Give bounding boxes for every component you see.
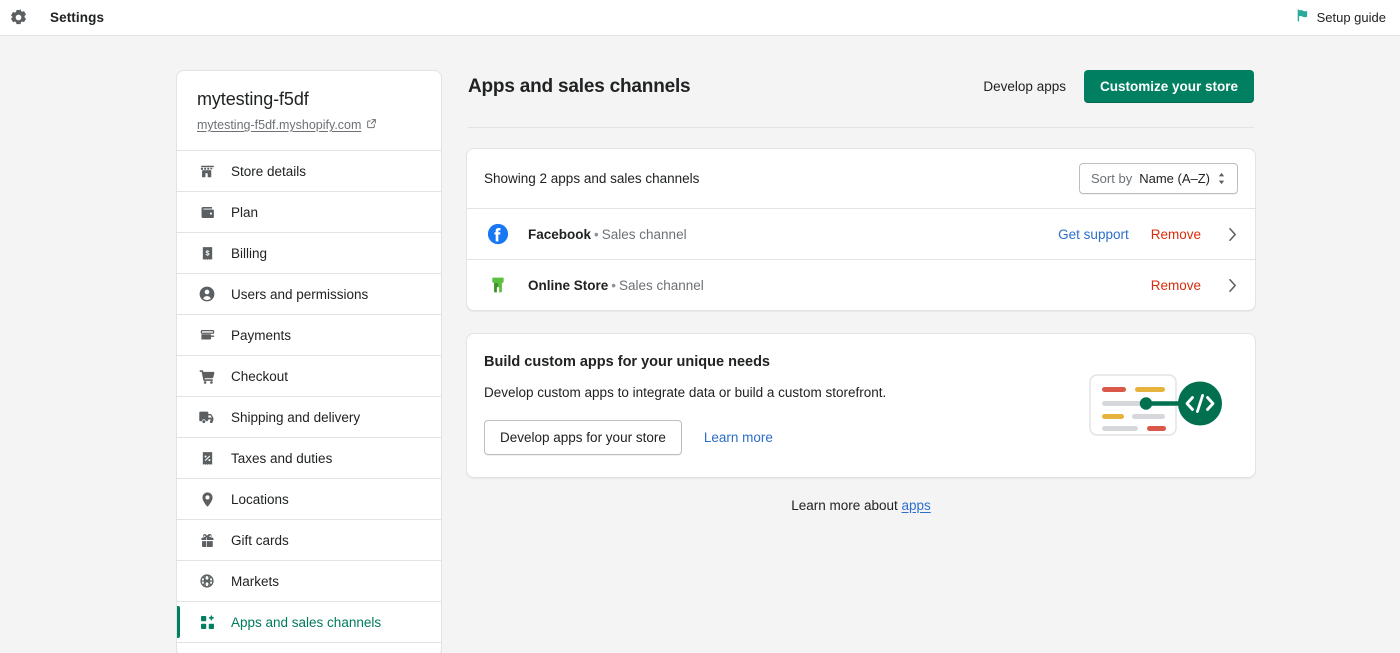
- page-title-topbar: Settings: [50, 10, 104, 25]
- table-row[interactable]: Facebook•Sales channel Get support Remov…: [467, 208, 1255, 259]
- tax-percent-icon: [197, 450, 217, 467]
- delivery-truck-icon: [197, 408, 217, 426]
- sidebar-item-checkout[interactable]: Checkout: [177, 355, 441, 396]
- footer-prefix: Learn more about: [791, 498, 901, 513]
- sidebar-item-label: Gift cards: [231, 533, 289, 548]
- sidebar-item-locations[interactable]: Locations: [177, 478, 441, 519]
- apps-link[interactable]: apps: [902, 498, 931, 513]
- setup-guide-label: Setup guide: [1317, 10, 1386, 25]
- sidebar-item-taxes-and-duties[interactable]: Taxes and duties: [177, 437, 441, 478]
- row-actions: Remove: [1151, 278, 1241, 293]
- sidebar-item-next-partial[interactable]: [177, 642, 441, 653]
- sidebar-item-label: Payments: [231, 328, 291, 343]
- facebook-icon: [484, 220, 512, 248]
- build-custom-apps-card: Build custom apps for your unique needs …: [466, 333, 1256, 478]
- app-kind: Sales channel: [602, 227, 687, 242]
- get-support-link[interactable]: Get support: [1058, 227, 1129, 242]
- sidebar-item-payments[interactable]: Payments: [177, 314, 441, 355]
- develop-apps-button[interactable]: Develop apps: [983, 79, 1066, 94]
- online-store-icon: [484, 271, 512, 299]
- person-icon: [197, 285, 217, 303]
- header-actions: Develop apps Customize your store: [983, 70, 1254, 103]
- sidebar-item-shipping-and-delivery[interactable]: Shipping and delivery: [177, 396, 441, 437]
- promo-title: Build custom apps for your unique needs: [484, 354, 1083, 370]
- shopping-cart-icon: [197, 368, 217, 385]
- sidebar-item-label: Plan: [231, 205, 258, 220]
- setup-guide-button[interactable]: Setup guide: [1295, 8, 1386, 28]
- promo-description: Develop custom apps to integrate data or…: [484, 385, 1083, 400]
- store-name: mytesting-f5df: [197, 89, 421, 110]
- wallet-icon: [197, 204, 217, 221]
- sort-by-select[interactable]: Sort by Name (A–Z): [1079, 163, 1238, 194]
- sidebar-item-label: Apps and sales channels: [231, 615, 381, 630]
- sort-by-label: Sort by: [1091, 171, 1132, 186]
- store-header: mytesting-f5df mytesting-f5df.myshopify.…: [177, 71, 441, 150]
- apps-list-header: Showing 2 apps and sales channels Sort b…: [467, 149, 1255, 208]
- top-bar-left: Settings: [0, 4, 104, 32]
- develop-apps-for-your-store-button[interactable]: Develop apps for your store: [484, 420, 682, 455]
- receipt-dollar-icon: $: [197, 245, 217, 262]
- map-pin-icon: [197, 491, 217, 508]
- app-title: Facebook•Sales channel: [528, 227, 687, 242]
- remove-button[interactable]: Remove: [1151, 278, 1201, 293]
- code-brackets-illustration: [1083, 365, 1233, 445]
- gift-card-icon: [197, 532, 217, 549]
- chevron-right-icon[interactable]: [1223, 227, 1241, 242]
- footer-note: Learn more about apps: [466, 498, 1256, 513]
- svg-text:$: $: [205, 248, 209, 257]
- sidebar-item-apps-and-sales-channels[interactable]: Apps and sales channels: [177, 601, 441, 642]
- promo-actions: Develop apps for your store Learn more: [484, 420, 1083, 455]
- sidebar-column: mytesting-f5df mytesting-f5df.myshopify.…: [176, 70, 442, 653]
- sort-by-value: Name (A–Z): [1139, 171, 1210, 186]
- page-title: Apps and sales channels: [468, 76, 690, 98]
- sidebar-item-label: Shipping and delivery: [231, 410, 360, 425]
- apps-grid-plus-icon: [197, 614, 217, 631]
- learn-more-link[interactable]: Learn more: [704, 430, 773, 445]
- remove-button[interactable]: Remove: [1151, 227, 1201, 242]
- sidebar-item-label: Markets: [231, 574, 279, 589]
- chevron-right-icon[interactable]: [1223, 278, 1241, 293]
- header-divider: [468, 127, 1254, 128]
- sidebar-item-store-details[interactable]: Store details: [177, 150, 441, 191]
- sidebar-item-label: Locations: [231, 492, 289, 507]
- sidebar-item-users-and-permissions[interactable]: Users and permissions: [177, 273, 441, 314]
- page-body: mytesting-f5df mytesting-f5df.myshopify.…: [0, 36, 1400, 653]
- flag-icon: [1295, 8, 1310, 28]
- app-separator: •: [594, 227, 599, 242]
- sort-caret-icon: [1217, 172, 1226, 185]
- sidebar-item-label: Store details: [231, 164, 306, 179]
- app-name: Online Store: [528, 278, 608, 293]
- app-separator: •: [611, 278, 616, 293]
- table-row[interactable]: Online Store•Sales channel Remove: [467, 259, 1255, 310]
- main-header: Apps and sales channels Develop apps Cus…: [466, 70, 1256, 103]
- settings-sidebar: mytesting-f5df mytesting-f5df.myshopify.…: [176, 70, 442, 653]
- app-kind: Sales channel: [619, 278, 704, 293]
- sidebar-item-gift-cards[interactable]: Gift cards: [177, 519, 441, 560]
- sidebar-item-label: Checkout: [231, 369, 288, 384]
- top-bar: Settings Setup guide: [0, 0, 1400, 36]
- promo-content: Build custom apps for your unique needs …: [484, 354, 1083, 455]
- showing-count-text: Showing 2 apps and sales channels: [484, 171, 699, 186]
- sidebar-item-plan[interactable]: Plan: [177, 191, 441, 232]
- row-actions: Get support Remove: [1058, 227, 1241, 242]
- external-link-icon: [366, 116, 377, 134]
- sidebar-item-label: Users and permissions: [231, 287, 368, 302]
- gear-icon[interactable]: [4, 4, 32, 32]
- main-column: Apps and sales channels Develop apps Cus…: [466, 70, 1256, 653]
- store-url-row[interactable]: mytesting-f5df.myshopify.com: [197, 116, 421, 134]
- storefront-icon: [197, 163, 217, 180]
- sidebar-item-billing[interactable]: $ Billing: [177, 232, 441, 273]
- customize-your-store-button[interactable]: Customize your store: [1084, 70, 1254, 103]
- app-title: Online Store•Sales channel: [528, 278, 704, 293]
- app-name: Facebook: [528, 227, 591, 242]
- payment-card-icon: [197, 327, 217, 344]
- store-url-link[interactable]: mytesting-f5df.myshopify.com: [197, 118, 361, 132]
- sidebar-item-label: Taxes and duties: [231, 451, 332, 466]
- sidebar-item-label: Billing: [231, 246, 267, 261]
- globe-icon: [197, 572, 217, 590]
- apps-list-card: Showing 2 apps and sales channels Sort b…: [466, 148, 1256, 311]
- sidebar-item-markets[interactable]: Markets: [177, 560, 441, 601]
